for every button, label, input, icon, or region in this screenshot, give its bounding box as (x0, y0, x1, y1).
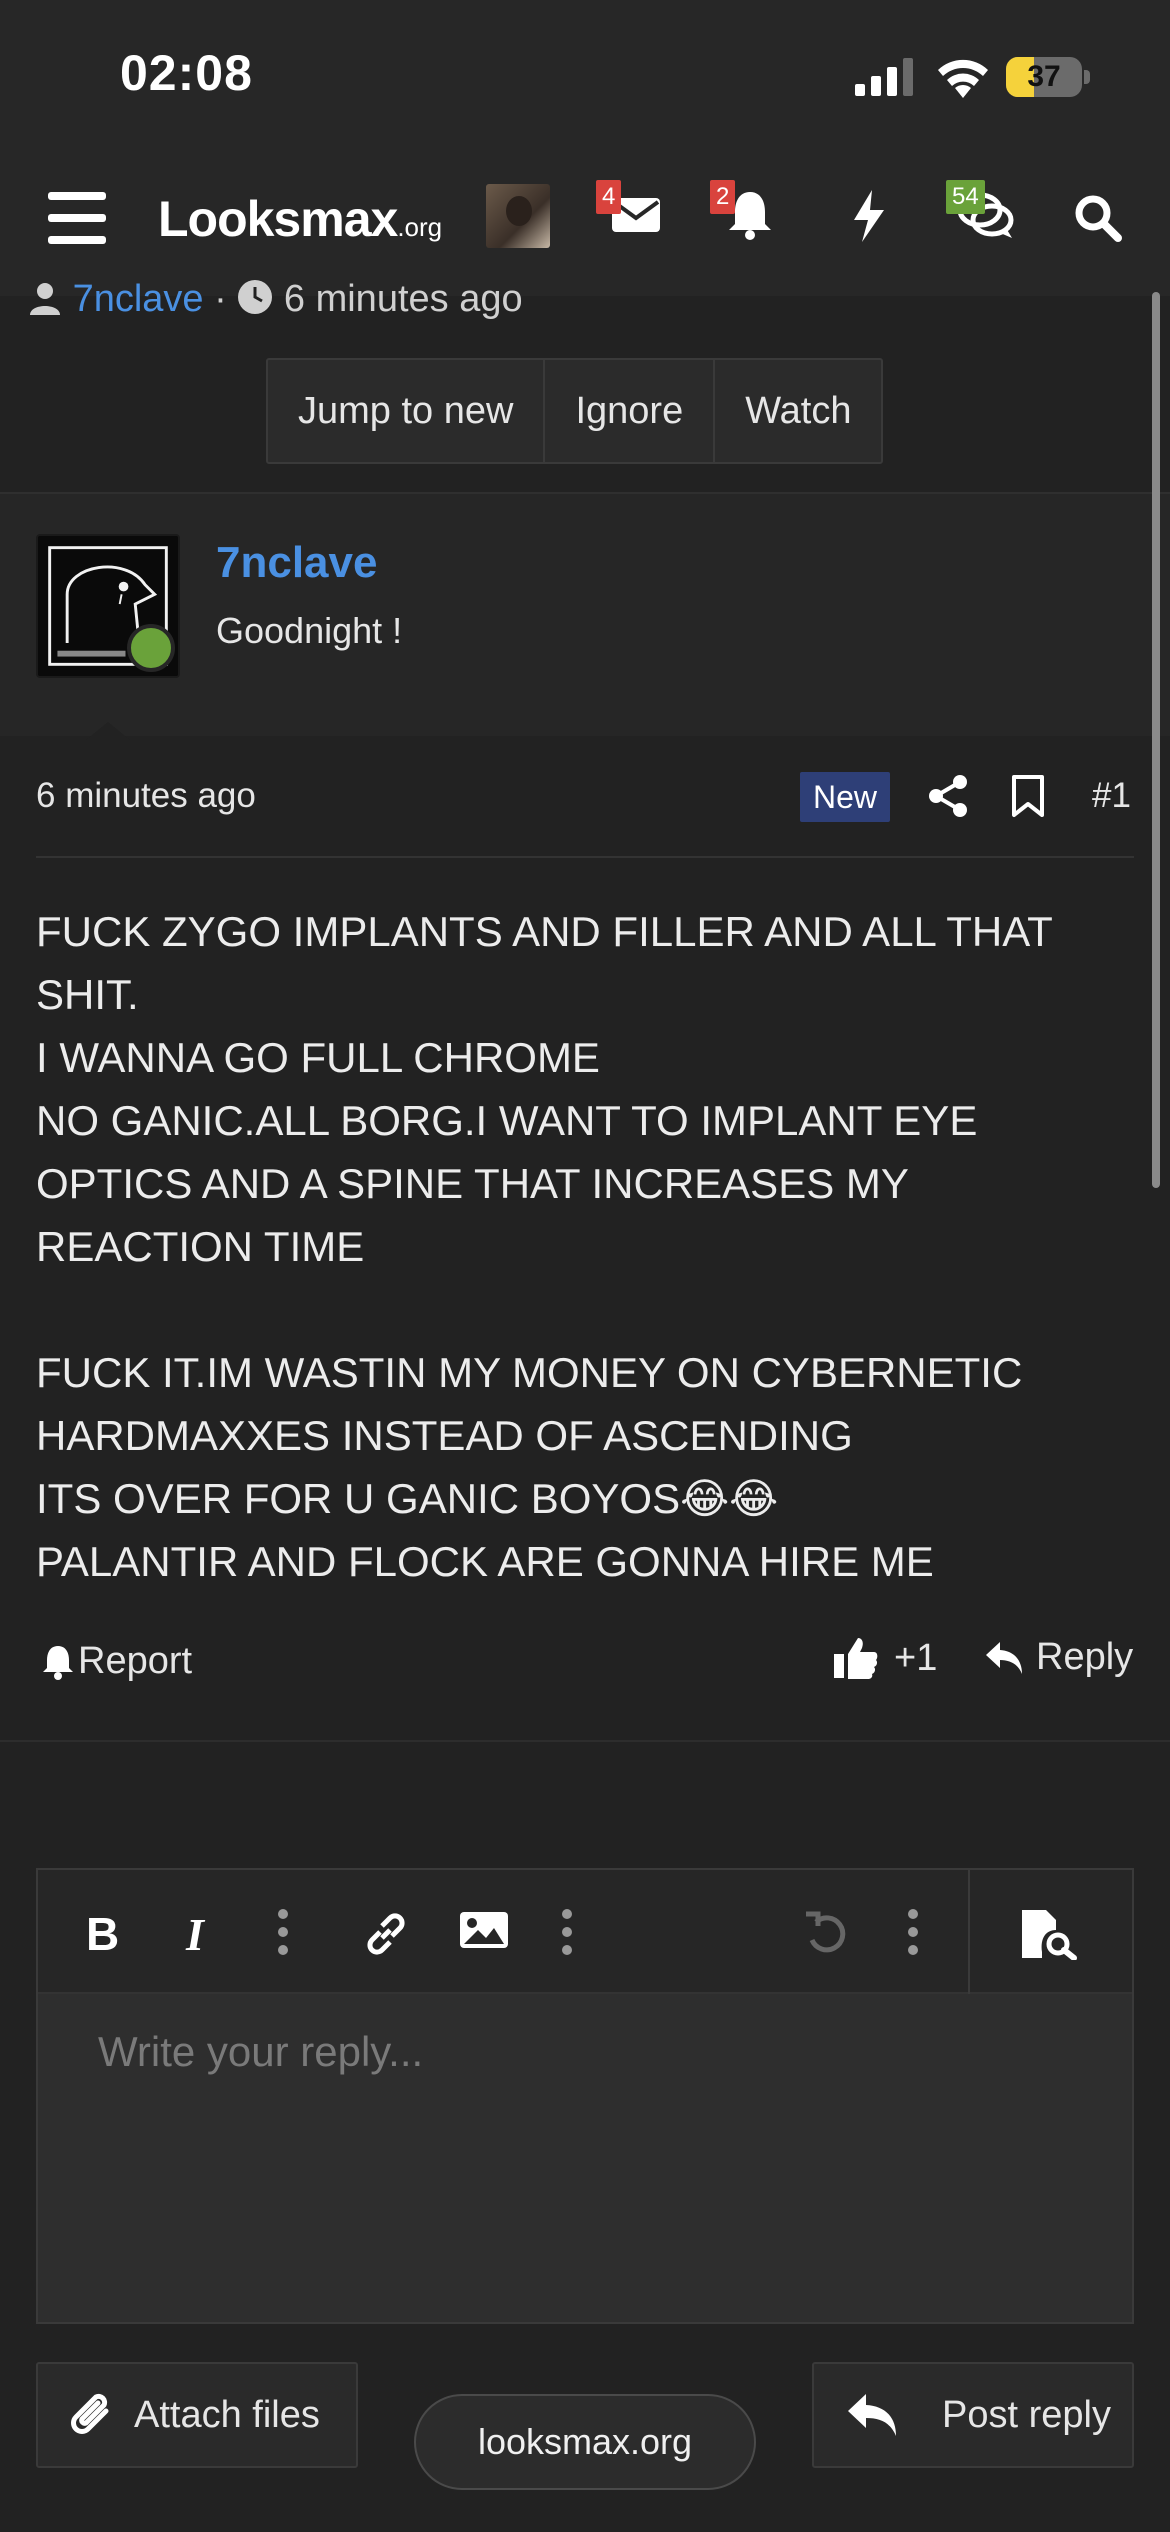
svg-text:B: B (86, 1908, 119, 1956)
new-badge: New (800, 772, 890, 822)
more-icon[interactable] (906, 1908, 920, 1956)
post-username[interactable]: 7nclave (216, 538, 377, 588)
avatar[interactable] (486, 184, 550, 248)
bolt-icon[interactable] (852, 190, 886, 242)
conversations-badge: 4 (596, 180, 622, 214)
reply-icon (986, 1641, 1022, 1674)
battery-indicator: 37 (1006, 57, 1090, 97)
reply-button[interactable]: Reply (984, 1636, 1133, 1679)
jump-to-new-button[interactable]: Jump to new (268, 360, 546, 462)
thumbs-up-icon (834, 1638, 878, 1679)
top-nav: Looksmax.org 4 2 54 (0, 150, 1170, 296)
bell-icon (43, 1645, 73, 1680)
post-number-link[interactable]: #1 (1092, 776, 1131, 816)
thread-time: 6 minutes ago (283, 278, 523, 320)
image-icon[interactable] (458, 1908, 510, 1952)
reply-icon (848, 2394, 896, 2436)
whats-new-badge: 54 (946, 180, 985, 214)
cellular-signal-icon (855, 58, 913, 96)
menu-icon[interactable] (48, 192, 106, 244)
divider (0, 1740, 1170, 1742)
user-title: Goodnight ! (216, 610, 403, 651)
header-pointer (86, 722, 130, 740)
post-date[interactable]: 6 minutes ago (36, 776, 256, 816)
status-time: 02:08 (120, 45, 253, 101)
thread-author-link[interactable]: 7nclave (73, 278, 204, 320)
more-icon[interactable] (276, 1908, 290, 1956)
search-icon[interactable] (1074, 194, 1122, 242)
watch-button[interactable]: Watch (715, 360, 881, 462)
reaction-count: +1 (894, 1636, 938, 1679)
editor-toolbar: B I (38, 1870, 1132, 1994)
bold-icon[interactable]: B (84, 1908, 124, 1956)
post-author-header: 7nclave Goodnight ! (0, 492, 1170, 740)
reply-editor: B I Write your reply... (36, 1868, 1134, 2324)
thread-actions: Jump to new Ignore Watch (266, 358, 884, 464)
more-icon[interactable] (560, 1908, 574, 1956)
link-icon[interactable] (360, 1908, 412, 1960)
post-body: FUCK ZYGO IMPLANTS AND FILLER AND ALL TH… (36, 908, 1053, 1585)
online-status-indicator (127, 624, 175, 672)
svg-text:I: I (185, 1909, 206, 1956)
reply-input[interactable]: Write your reply... (98, 2028, 423, 2076)
attach-files-button[interactable]: Attach files (36, 2362, 358, 2468)
bookmark-icon[interactable] (1010, 774, 1046, 818)
ignore-button[interactable]: Ignore (545, 360, 716, 462)
share-icon[interactable] (926, 774, 970, 818)
toolbar-separator (968, 1870, 970, 1994)
alerts-badge: 2 (710, 180, 736, 214)
wifi-icon (938, 59, 988, 98)
paperclip-icon (71, 2393, 109, 2434)
like-button[interactable]: +1 (834, 1636, 937, 1680)
url-bar[interactable]: looksmax.org (414, 2394, 756, 2490)
undo-icon[interactable] (802, 1908, 850, 1956)
italic-icon[interactable]: I (182, 1908, 216, 1956)
battery-level: 37 (1027, 60, 1061, 93)
site-logo[interactable]: Looksmax.org (158, 190, 442, 248)
thread-meta: 7nclave · 6 minutes ago (28, 278, 523, 321)
divider (36, 856, 1134, 858)
preview-icon[interactable] (1020, 1908, 1080, 1960)
post-reply-button[interactable]: Post reply (812, 2362, 1134, 2468)
scrollbar[interactable] (1152, 292, 1160, 1188)
clock-icon (238, 280, 273, 314)
report-button[interactable]: Report (42, 1640, 192, 1683)
user-icon (30, 283, 60, 315)
status-bar: 02:08 37 (0, 0, 1170, 150)
